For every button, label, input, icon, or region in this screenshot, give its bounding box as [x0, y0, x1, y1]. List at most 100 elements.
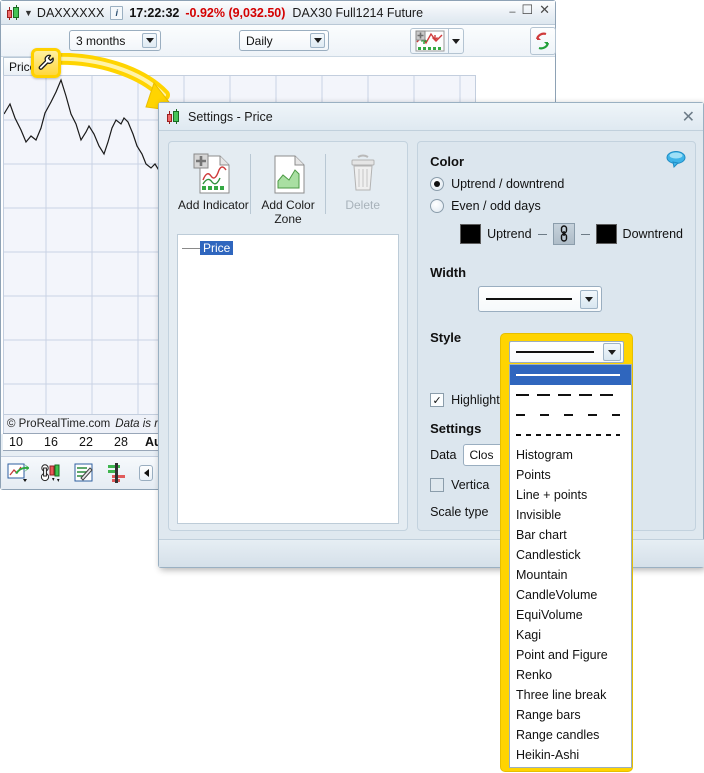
style-option-bar-chart[interactable]: Bar chart	[510, 525, 631, 545]
order-book-icon[interactable]	[106, 462, 128, 484]
line-style-preview	[516, 414, 620, 416]
radio-even-odd-days[interactable]: Even / odd days	[430, 199, 683, 213]
indicator-tree[interactable]: Price	[177, 234, 399, 524]
style-option-line-solid[interactable]	[510, 365, 631, 385]
candlestick-icon	[165, 109, 181, 125]
style-option-range-candles[interactable]: Range candles	[510, 725, 631, 745]
style-option-equivolume[interactable]: EquiVolume	[510, 605, 631, 625]
style-option-label: Points	[516, 468, 551, 482]
divider	[581, 234, 590, 235]
chart-settings-gear-button[interactable]	[31, 48, 61, 78]
candlestick-icon	[5, 5, 21, 21]
style-option-label: Line + points	[516, 488, 587, 502]
thermometer-candle-icon[interactable]	[40, 462, 62, 484]
chart-credit-text: © ProRealTime.com	[7, 418, 110, 430]
scroll-left-button[interactable]	[139, 465, 153, 481]
close-icon[interactable]: ✕	[539, 3, 550, 16]
maximize-icon[interactable]: ☐	[521, 3, 533, 16]
list-edit-icon[interactable]	[73, 462, 95, 484]
link-chain-icon[interactable]	[553, 223, 575, 245]
style-option-label: CandleVolume	[516, 588, 597, 602]
uptrend-color-swatch[interactable]	[460, 224, 481, 244]
radio-button-selected-icon[interactable]	[430, 177, 444, 191]
style-option-label: Bar chart	[516, 528, 567, 542]
minimize-icon[interactable]: –	[509, 6, 515, 19]
radio-even-odd-days-label: Even / odd days	[451, 199, 541, 213]
checkbox-checked-icon[interactable]: ✓	[430, 393, 444, 407]
settings-dialog-title: Settings - Price	[188, 110, 273, 124]
chevron-down-icon[interactable]: ▼	[24, 8, 33, 18]
style-option-line-dash-short[interactable]	[510, 425, 631, 445]
style-option-label: Invisible	[516, 508, 561, 522]
style-option-three-line-break[interactable]: Three line break	[510, 685, 631, 705]
style-select[interactable]	[509, 341, 624, 363]
style-option-label: EquiVolume	[516, 608, 583, 622]
add-indicator-button[interactable]: Add Indicator	[177, 150, 249, 212]
line-style-preview	[516, 434, 620, 436]
trash-icon	[327, 150, 399, 198]
chevron-down-icon[interactable]	[580, 290, 598, 309]
add-indicator-icon	[415, 30, 445, 52]
tree-item-label: Price	[200, 241, 233, 255]
data-label: Data	[430, 448, 456, 462]
tree-item-price[interactable]: Price	[182, 241, 394, 255]
comment-bubble-icon[interactable]	[666, 150, 686, 171]
export-icon[interactable]	[7, 462, 29, 484]
indicator-panel: Add Indicator Add Color Zone	[168, 141, 408, 531]
style-option-candlestick[interactable]: Candlestick	[510, 545, 631, 565]
highlight-label: Highlight	[451, 393, 500, 407]
width-select[interactable]	[478, 286, 602, 312]
style-option-line-dash-medium[interactable]	[510, 405, 631, 425]
style-option-label: Kagi	[516, 628, 541, 642]
style-option-invisible[interactable]: Invisible	[510, 505, 631, 525]
uptrend-label: Uptrend	[487, 227, 531, 241]
style-option-point-and-figure[interactable]: Point and Figure	[510, 645, 631, 665]
add-color-zone-button[interactable]: Add Color Zone	[252, 150, 324, 226]
add-indicator-dropdown[interactable]	[448, 28, 464, 54]
chevron-down-icon[interactable]	[142, 33, 157, 48]
refresh-button[interactable]	[530, 27, 556, 55]
width-preview-line	[486, 298, 572, 300]
downtrend-label: Downtrend	[623, 227, 683, 241]
style-option-renko[interactable]: Renko	[510, 665, 631, 685]
checkbox-icon[interactable]	[430, 478, 444, 492]
wrench-icon	[36, 53, 56, 73]
style-option-points[interactable]: Points	[510, 465, 631, 485]
radio-uptrend-downtrend-label: Uptrend / downtrend	[451, 177, 564, 191]
chevron-down-icon[interactable]	[310, 33, 325, 48]
close-icon[interactable]: ✕	[682, 107, 695, 127]
style-option-heikin-ashi[interactable]: Heikin-Ashi	[510, 745, 631, 765]
style-option-label: Mountain	[516, 568, 567, 582]
style-option-line-points[interactable]: Line + points	[510, 485, 631, 505]
trend-color-row: Uptrend Downtrend	[460, 223, 683, 245]
style-dropdown-highlight: Histogram Points Line + points Invisible Bar…	[501, 334, 632, 771]
info-icon[interactable]: i	[110, 6, 123, 20]
style-option-mountain[interactable]: Mountain	[510, 565, 631, 585]
divider	[538, 234, 547, 235]
chevron-down-icon[interactable]	[603, 343, 621, 361]
downtrend-color-swatch[interactable]	[596, 224, 617, 244]
settings-dialog-titlebar: Settings - Price ✕	[159, 103, 703, 131]
date-tick-label: 10	[9, 435, 23, 449]
add-indicator-icon	[177, 150, 249, 198]
style-option-kagi[interactable]: Kagi	[510, 625, 631, 645]
quote-time: 17:22:32	[129, 6, 179, 20]
style-dropdown-list[interactable]: Histogram Points Line + points Invisible Bar…	[509, 364, 632, 768]
add-indicator-button[interactable]	[410, 28, 448, 54]
style-option-line-dash-long[interactable]	[510, 385, 631, 405]
style-option-label: Heikin-Ashi	[516, 748, 579, 762]
radio-uptrend-downtrend[interactable]: Uptrend / downtrend	[430, 177, 683, 191]
add-color-zone-label: Add Color Zone	[261, 198, 314, 226]
style-option-histogram[interactable]: Histogram	[510, 445, 631, 465]
add-indicator-label: Add Indicator	[178, 198, 249, 212]
indicator-toolbar: Add Indicator Add Color Zone	[177, 150, 399, 228]
style-option-candlevolume[interactable]: CandleVolume	[510, 585, 631, 605]
vertical-label: Vertica	[451, 478, 489, 492]
style-option-range-bars[interactable]: Range bars	[510, 705, 631, 725]
screenshot-root: ▼ DAXXXXXX i 17:22:32 -0.92% (9,032.50) …	[0, 0, 704, 773]
period-select[interactable]: 3 months	[69, 30, 161, 51]
timeframe-select[interactable]: Daily	[239, 30, 329, 51]
scale-type-label: Scale type	[430, 505, 488, 519]
radio-button-icon[interactable]	[430, 199, 444, 213]
delete-button[interactable]: Delete	[327, 150, 399, 212]
